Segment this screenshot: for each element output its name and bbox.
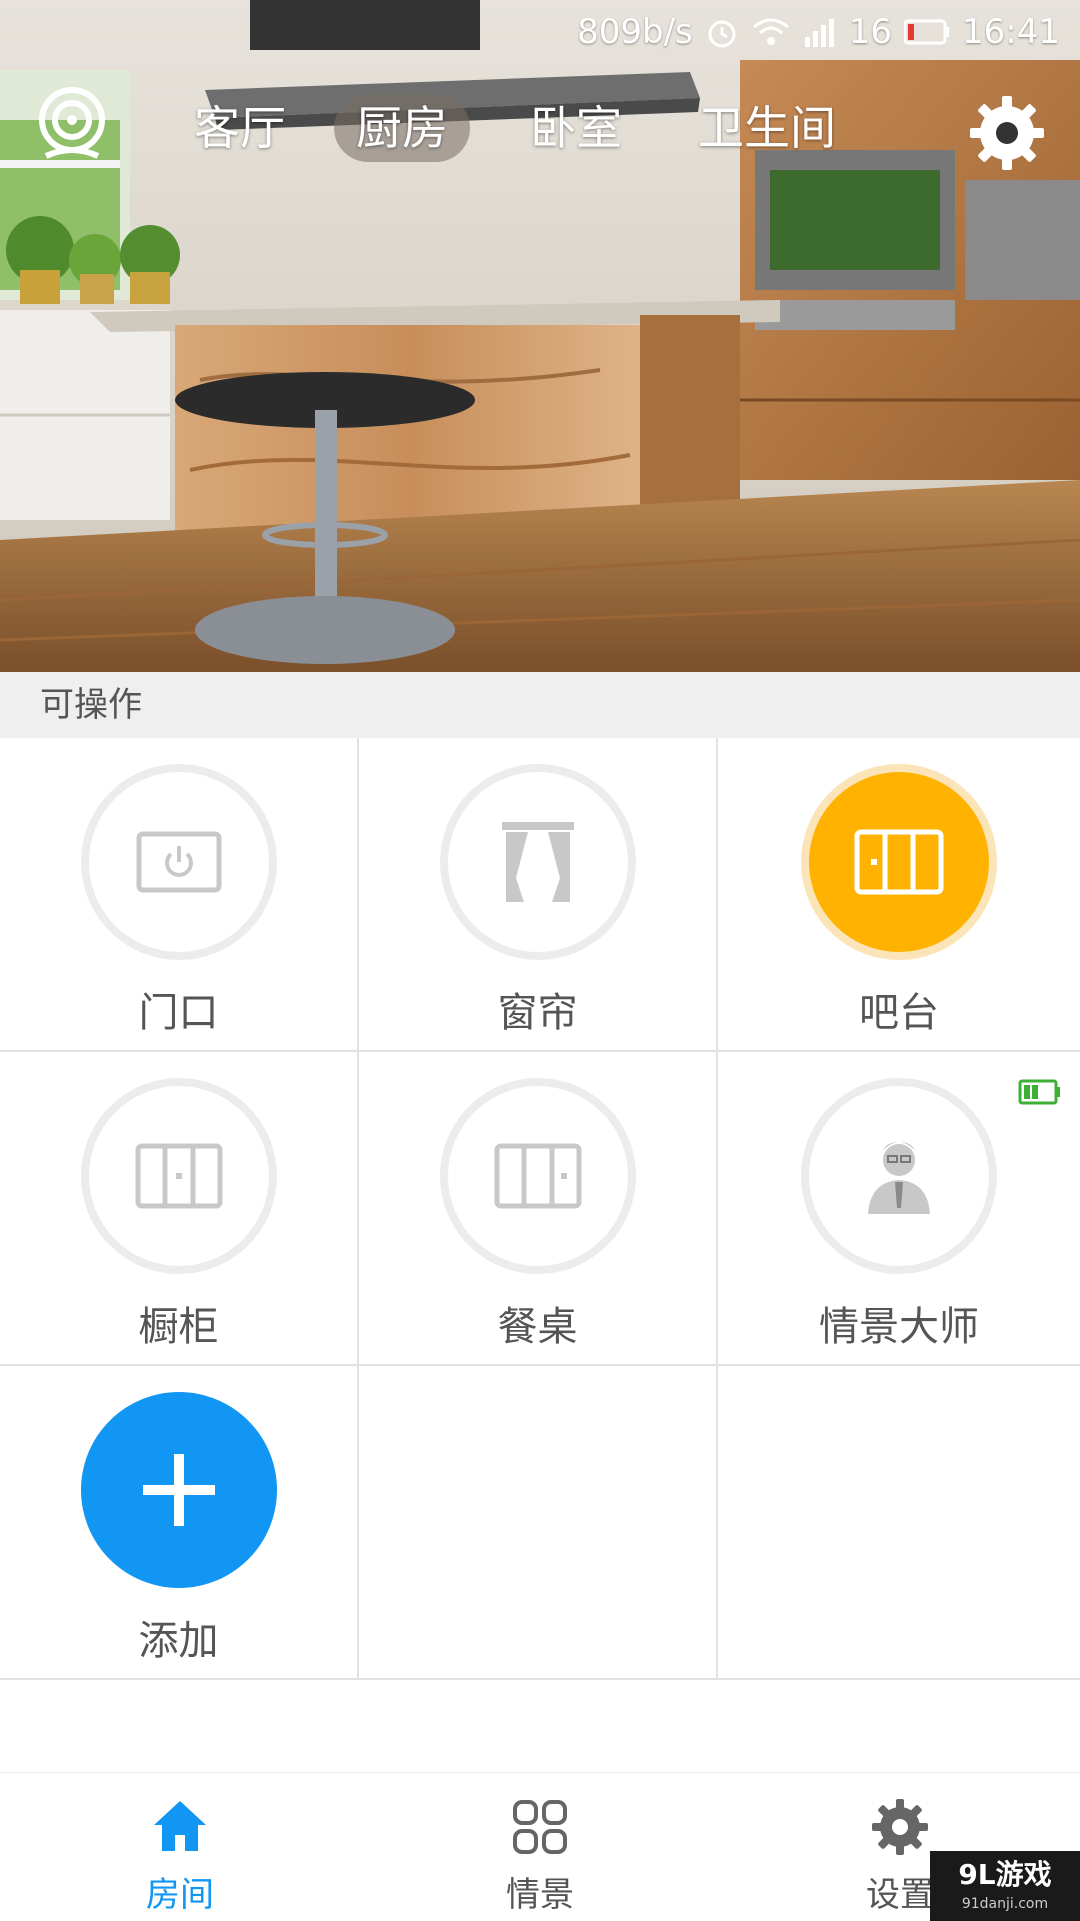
device-toggle[interactable] (80, 1078, 277, 1274)
device-tile-dining-table[interactable]: 餐桌 (359, 1052, 718, 1366)
cell-signal-icon (803, 15, 837, 49)
app-logo-icon[interactable] (36, 86, 108, 166)
tab-bathroom[interactable]: 卫生间 (676, 94, 858, 162)
device-label: 吧台 (859, 990, 939, 1036)
device-tile-curtain[interactable]: 窗帘 (359, 738, 718, 1052)
room-nav-bar: 客厅 厨房 卧室 卫生间 (0, 76, 1080, 176)
grid-four-icon (510, 1797, 570, 1857)
signal-value: 16 (848, 12, 893, 52)
device-toggle[interactable] (801, 1078, 997, 1274)
device-label: 门口 (138, 990, 219, 1036)
plus-icon (142, 1454, 215, 1526)
tab-kitchen[interactable]: 厨房 (334, 94, 470, 162)
nav-scenes[interactable]: 情景 (360, 1773, 720, 1921)
device-toggle[interactable] (439, 1078, 636, 1274)
power-switch-icon (136, 831, 221, 893)
device-label: 情景大师 (819, 1304, 979, 1350)
tab-living-room[interactable]: 客厅 (172, 94, 308, 162)
bottom-nav: 房间 情景 设置 9L游戏 91danji.com (0, 1772, 1080, 1921)
curtain-icon (501, 822, 574, 902)
alarm-icon (705, 15, 739, 49)
add-label: 添加 (138, 1618, 219, 1664)
wifi-icon (751, 15, 791, 49)
room-background-image: 809b/s 16 16:41 客厅 厨房 卧室 卫生间 (0, 0, 1080, 672)
add-button[interactable] (80, 1392, 277, 1588)
nav-rooms[interactable]: 房间 (0, 1773, 360, 1921)
two-panel-switch-icon (135, 1143, 222, 1209)
device-label: 橱柜 (138, 1304, 219, 1350)
two-panel-switch-icon (494, 1143, 581, 1209)
section-header: 可操作 (0, 672, 1080, 738)
device-toggle[interactable] (80, 764, 277, 960)
clock: 16:41 (962, 12, 1060, 52)
battery-low-icon (904, 18, 950, 46)
settings-gear-icon[interactable] (968, 94, 1046, 172)
battery-full-icon (1018, 1078, 1062, 1110)
device-tile-doorway[interactable]: 门口 (0, 738, 359, 1052)
home-icon (150, 1797, 210, 1857)
gear-icon (870, 1797, 930, 1857)
status-bar: 809b/s 16 16:41 (0, 0, 1080, 64)
nav-label: 房间 (146, 1875, 214, 1915)
device-tile-bar-counter[interactable]: 吧台 (718, 738, 1080, 1052)
device-label: 餐桌 (497, 1304, 578, 1350)
three-panel-switch-icon (854, 829, 944, 895)
nav-label: 情景 (506, 1875, 574, 1915)
device-label: 窗帘 (497, 990, 578, 1036)
device-toggle-on[interactable] (801, 764, 997, 960)
watermark: 9L游戏 91danji.com (930, 1851, 1080, 1921)
add-device-tile[interactable]: 添加 (0, 1366, 359, 1680)
device-tile-scene-master[interactable]: 情景大师 (718, 1052, 1080, 1366)
scene-master-icon (868, 1142, 930, 1214)
empty-tile (359, 1366, 718, 1680)
watermark-main: 9L游戏 (958, 1858, 1052, 1891)
device-tile-cabinet[interactable]: 橱柜 (0, 1052, 359, 1366)
device-toggle[interactable] (439, 764, 636, 960)
empty-tile (718, 1366, 1080, 1680)
network-speed: 809b/s (577, 12, 693, 52)
tab-bedroom[interactable]: 卧室 (508, 94, 644, 162)
watermark-sub: 91danji.com (961, 1896, 1049, 1912)
